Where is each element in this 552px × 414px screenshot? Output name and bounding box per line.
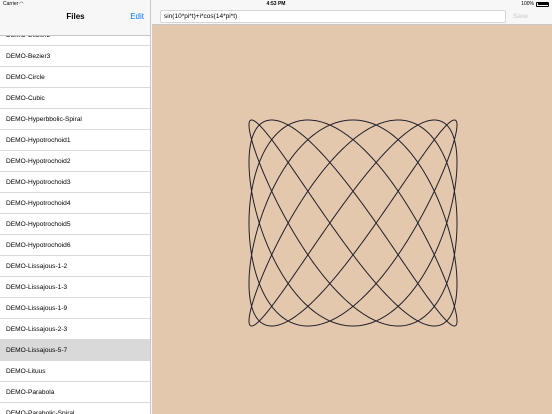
save-button[interactable]: Save — [513, 13, 528, 20]
file-list[interactable]: DEMO-Bezier2DEMO-Bezier3DEMO-CircleDEMO-… — [0, 25, 150, 414]
file-list-item-label: DEMO-Lissajous-1-9 — [6, 304, 68, 312]
file-list-item[interactable]: DEMO-Circle — [0, 67, 150, 88]
battery-indicator: 100% — [521, 1, 549, 7]
file-list-item[interactable]: DEMO-Lissajous-1-2 — [0, 256, 150, 277]
file-list-item-label: DEMO-Cubic — [6, 94, 45, 102]
status-bar: Carrier ◠ 4:53 PM 100% — [0, 0, 552, 8]
lissajous-curve — [248, 119, 458, 327]
file-list-item[interactable]: DEMO-Parabola — [0, 382, 150, 403]
edit-button[interactable]: Edit — [130, 12, 144, 21]
file-list-item[interactable]: DEMO-Lissajous-1-3 — [0, 277, 150, 298]
sidebar: DEMO-Bezier2DEMO-Bezier3DEMO-CircleDEMO-… — [0, 0, 151, 414]
file-list-item[interactable]: DEMO-Hypotrochoid6 — [0, 235, 150, 256]
file-list-item[interactable]: DEMO-Lissajous-1-9 — [0, 298, 150, 319]
file-list-item-label: DEMO-Hypotrochoid2 — [6, 157, 71, 165]
file-list-item-label: DEMO-Circle — [6, 73, 45, 81]
file-list-item-label: DEMO-Bezier3 — [6, 52, 51, 60]
file-list-item-label: DEMO-Hypotrochoid1 — [6, 136, 71, 144]
plot-svg — [248, 119, 458, 327]
file-list-item[interactable]: DEMO-Parabolic-Spiral — [0, 403, 150, 414]
file-list-item-label: DEMO-Hypotrochoid3 — [6, 178, 71, 186]
battery-icon — [536, 1, 549, 7]
status-time: 4:53 PM — [266, 1, 286, 7]
formula-input[interactable] — [160, 10, 506, 23]
file-list-item[interactable]: DEMO-Hypotrochoid4 — [0, 193, 150, 214]
file-list-item-label: DEMO-Hypotrochoid5 — [6, 220, 71, 228]
file-list-item-label: DEMO-Parabolic-Spiral — [6, 409, 75, 414]
file-list-item-label: DEMO-Lissajous-2-3 — [6, 325, 68, 333]
file-list-item[interactable]: DEMO-Hypotrochoid1 — [0, 130, 150, 151]
file-list-item[interactable]: DEMO-Hypotrochoid2 — [0, 151, 150, 172]
file-list-item[interactable]: DEMO-Lissajous-2-3 — [0, 319, 150, 340]
file-list-item[interactable]: DEMO-Bezier3 — [0, 46, 150, 67]
file-list-item[interactable]: DEMO-Hyperbbolic-Spiral — [0, 109, 150, 130]
battery-fill — [537, 3, 549, 5]
file-list-item-label: DEMO-Lituus — [6, 367, 46, 375]
file-list-item-label: DEMO-Hypotrochoid6 — [6, 241, 71, 249]
file-list-item-label: DEMO-Lissajous-1-3 — [6, 283, 68, 291]
file-list-item[interactable]: DEMO-Cubic — [0, 88, 150, 109]
file-list-item[interactable]: DEMO-Lituus — [0, 361, 150, 382]
file-list-item[interactable]: DEMO-Lissajous-5-7 — [0, 340, 150, 361]
file-list-item-label: DEMO-Parabola — [6, 388, 55, 396]
file-list-item-label: DEMO-Lissajous-1-2 — [6, 262, 68, 270]
sidebar-title: Files — [66, 12, 85, 21]
file-list-item-label: DEMO-Hyperbbolic-Spiral — [6, 115, 82, 123]
file-list-item-label: DEMO-Hypotrochoid4 — [6, 199, 71, 207]
battery-percent: 100% — [521, 1, 534, 7]
file-list-item-label: DEMO-Lissajous-5-7 — [6, 346, 68, 354]
file-list-item[interactable]: DEMO-Hypotrochoid5 — [0, 214, 150, 235]
plot-canvas — [152, 25, 552, 414]
file-list-item[interactable]: DEMO-Hypotrochoid3 — [0, 172, 150, 193]
